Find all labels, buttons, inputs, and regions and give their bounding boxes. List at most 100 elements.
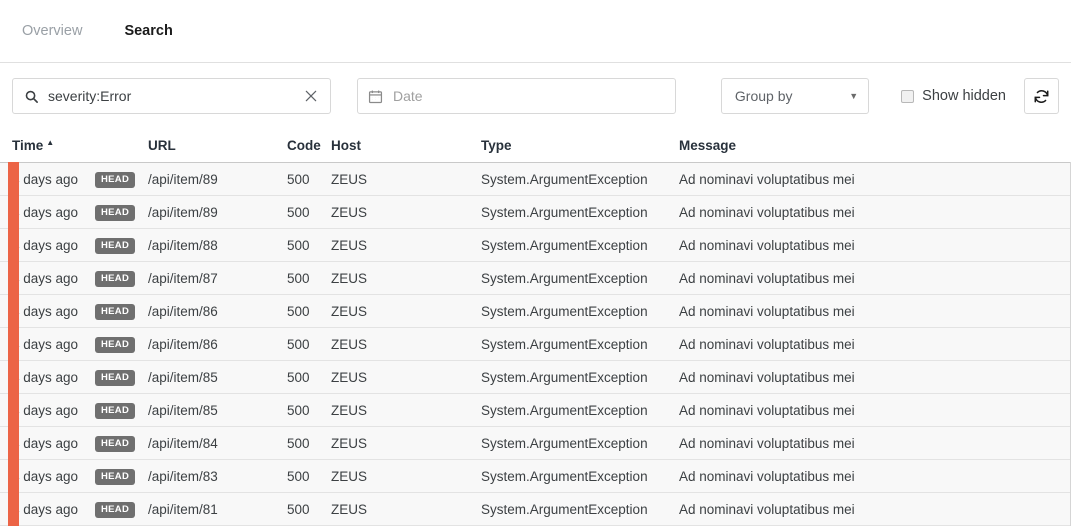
url-text: /api/item/86 bbox=[148, 336, 218, 352]
http-method-badge: HEAD bbox=[95, 304, 136, 320]
cell-url[interactable]: /api/item/81 bbox=[148, 502, 287, 517]
table-row[interactable]: 4 days ago HEAD/api/item/86 500 ZEUS System.… bbox=[0, 327, 1071, 361]
cell-host: ZEUS bbox=[331, 501, 368, 517]
cell-message: Ad nominavi voluptatibus mei bbox=[679, 501, 855, 517]
tab-search[interactable]: Search bbox=[114, 17, 182, 45]
table-row[interactable]: 4 days ago HEAD/api/item/85 500 ZEUS System.… bbox=[0, 393, 1071, 427]
cell-code: 500 bbox=[287, 435, 310, 451]
cell-time: 4 days ago bbox=[12, 171, 79, 187]
cell-url[interactable]: /api/item/83 bbox=[148, 469, 287, 484]
cell-url[interactable]: /api/item/85 bbox=[148, 403, 287, 418]
refresh-button[interactable] bbox=[1024, 78, 1059, 114]
cell-host: ZEUS bbox=[331, 171, 368, 187]
group-by-label: Group by bbox=[734, 88, 793, 104]
cell-host: ZEUS bbox=[331, 336, 368, 352]
column-header-host[interactable]: Host bbox=[331, 138, 481, 153]
cell-url[interactable]: /api/item/86 bbox=[148, 304, 287, 319]
column-header-code[interactable]: Code bbox=[287, 138, 331, 153]
cell-message: Ad nominavi voluptatibus mei bbox=[679, 369, 855, 385]
http-method-badge: HEAD bbox=[95, 271, 136, 287]
cell-type: System.ArgumentException bbox=[481, 237, 648, 253]
http-method-badge: HEAD bbox=[95, 370, 136, 386]
cell-time: 4 days ago bbox=[12, 369, 79, 385]
table-row[interactable]: 4 days ago HEAD/api/item/83 500 ZEUS System.… bbox=[0, 459, 1071, 493]
search-field-container[interactable] bbox=[12, 78, 331, 114]
cell-type: System.ArgumentException bbox=[481, 468, 648, 484]
table-row[interactable]: 4 days ago HEAD/api/item/87 500 ZEUS System.… bbox=[0, 261, 1071, 295]
column-header-type[interactable]: Type bbox=[481, 138, 679, 153]
url-text: /api/item/89 bbox=[148, 204, 218, 220]
table-row[interactable]: 4 days ago HEAD/api/item/84 500 ZEUS System.… bbox=[0, 426, 1071, 460]
table-row[interactable]: 4 days ago HEAD/api/item/86 500 ZEUS System.… bbox=[0, 294, 1071, 328]
cell-type: System.ArgumentException bbox=[481, 369, 648, 385]
url-text: /api/item/86 bbox=[148, 303, 218, 319]
cell-message: Ad nominavi voluptatibus mei bbox=[679, 336, 855, 352]
cell-host: ZEUS bbox=[331, 237, 368, 253]
cell-time: 4 days ago bbox=[12, 303, 79, 319]
cell-url[interactable]: /api/item/88 bbox=[148, 238, 287, 253]
column-header-message[interactable]: Message bbox=[679, 138, 1009, 153]
cell-message: Ad nominavi voluptatibus mei bbox=[679, 204, 855, 220]
cell-url[interactable]: /api/item/85 bbox=[148, 370, 287, 385]
cell-verb: HEAD bbox=[95, 335, 148, 353]
url-text: /api/item/81 bbox=[148, 501, 218, 517]
http-method-badge: HEAD bbox=[95, 205, 136, 221]
cell-verb: HEAD bbox=[95, 170, 148, 188]
url-text: /api/item/88 bbox=[148, 237, 218, 253]
table-header-row: Time ▲ URL Code Host Type Message bbox=[0, 129, 1071, 163]
cell-code: 500 bbox=[287, 369, 310, 385]
cell-verb: HEAD bbox=[95, 269, 148, 287]
http-method-badge: HEAD bbox=[95, 238, 136, 254]
show-hidden-checkbox[interactable] bbox=[901, 89, 915, 103]
error-log-search-page: Overview Search severity:Error Date Grou… bbox=[0, 0, 1071, 527]
column-header-url[interactable]: URL bbox=[148, 138, 287, 153]
table-row[interactable]: 4 days ago HEAD/api/item/85 500 ZEUS System.… bbox=[0, 360, 1071, 394]
results-table: Time ▲ URL Code Host Type Message 4 days… bbox=[0, 129, 1071, 526]
tab-bar: Overview Search bbox=[0, 0, 1071, 63]
column-header-time[interactable]: Time ▲ bbox=[12, 138, 95, 153]
cell-url[interactable]: /api/item/84 bbox=[148, 436, 287, 451]
sort-ascending-icon: ▲ bbox=[46, 138, 55, 147]
table-row[interactable]: 4 days ago HEAD/api/item/89 500 ZEUS System.… bbox=[0, 195, 1071, 229]
cell-message: Ad nominavi voluptatibus mei bbox=[679, 303, 855, 319]
cell-host: ZEUS bbox=[331, 369, 368, 385]
cell-url[interactable]: /api/item/86 bbox=[148, 337, 287, 352]
cell-verb: HEAD bbox=[95, 236, 148, 254]
cell-verb: HEAD bbox=[95, 302, 148, 320]
cell-type: System.ArgumentException bbox=[481, 402, 648, 418]
cell-host: ZEUS bbox=[331, 468, 368, 484]
cell-time: 4 days ago bbox=[12, 468, 79, 484]
url-text: /api/item/85 bbox=[148, 369, 218, 385]
table-row[interactable]: 4 days ago HEAD/api/item/88 500 ZEUS System.… bbox=[0, 228, 1071, 262]
tab-overview[interactable]: Overview bbox=[12, 17, 92, 45]
url-text: /api/item/85 bbox=[148, 402, 218, 418]
http-method-badge: HEAD bbox=[95, 403, 136, 419]
cell-url[interactable]: /api/item/87 bbox=[148, 271, 287, 286]
cell-url[interactable]: /api/item/89 bbox=[148, 172, 287, 187]
url-text: /api/item/83 bbox=[148, 468, 218, 484]
show-hidden-label: Show hidden bbox=[922, 88, 1006, 104]
url-text: /api/item/84 bbox=[148, 435, 218, 451]
cell-host: ZEUS bbox=[331, 204, 368, 220]
cell-code: 500 bbox=[287, 336, 310, 352]
close-icon[interactable] bbox=[302, 87, 320, 105]
cell-type: System.ArgumentException bbox=[481, 204, 648, 220]
cell-type: System.ArgumentException bbox=[481, 303, 648, 319]
group-by-select[interactable]: Group by ▼ bbox=[720, 78, 870, 114]
cell-message: Ad nominavi voluptatibus mei bbox=[679, 237, 855, 253]
table-row[interactable]: 4 days ago HEAD/api/item/89 500 ZEUS System.… bbox=[0, 162, 1071, 196]
search-icon bbox=[23, 88, 39, 104]
date-input[interactable] bbox=[382, 88, 665, 104]
http-method-badge: HEAD bbox=[95, 436, 136, 452]
cell-url[interactable]: /api/item/89 bbox=[148, 205, 287, 220]
show-hidden-toggle[interactable]: Show hidden bbox=[901, 88, 1006, 104]
cell-type: System.ArgumentException bbox=[481, 435, 648, 451]
table-row[interactable]: 4 days ago HEAD/api/item/81 500 ZEUS System.… bbox=[0, 492, 1071, 526]
cell-verb: HEAD bbox=[95, 467, 148, 485]
search-input[interactable] bbox=[39, 88, 302, 104]
cell-verb: HEAD bbox=[95, 203, 148, 221]
cell-time: 4 days ago bbox=[12, 270, 79, 286]
date-field-container[interactable] bbox=[356, 78, 676, 114]
cell-host: ZEUS bbox=[331, 435, 368, 451]
cell-time: 4 days ago bbox=[12, 204, 79, 220]
